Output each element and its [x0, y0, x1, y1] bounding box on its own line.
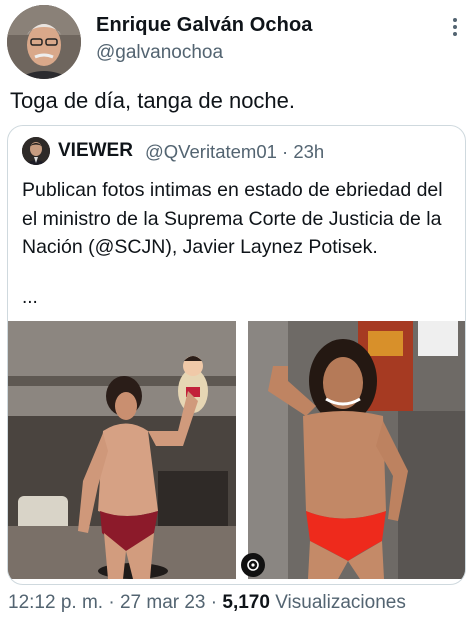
quoted-text: Publican fotos intimas en estado de ebri… [22, 179, 443, 258]
photo-1-image [8, 321, 236, 579]
tweet-date[interactable]: 27 mar 23 [120, 592, 206, 613]
quoted-author-name[interactable]: VIEWER [58, 140, 133, 162]
tweet-footer: 12:12 p. m. · 27 mar 23 · 5,170 Visualiz… [8, 592, 406, 614]
photo-2-image [248, 321, 465, 579]
author-avatar[interactable] [7, 5, 81, 79]
author-name[interactable]: Enrique Galván Ochoa [96, 14, 313, 37]
author-handle[interactable]: @galvanochoa [96, 42, 223, 64]
quoted-author-handle[interactable]: @QVeritatem01 [145, 141, 277, 162]
views-count: 5,170 [222, 592, 270, 613]
quoted-time[interactable]: 23h [293, 141, 324, 162]
quoted-photo-1[interactable] [8, 321, 236, 579]
views-label[interactable]: Visualizaciones [275, 592, 406, 613]
footer-separator-2: · [210, 592, 218, 613]
quoted-author-avatar[interactable] [22, 137, 50, 165]
media-tag-icon[interactable] [241, 553, 265, 577]
quoted-tweet[interactable]: VIEWER @QVeritatem01 · 23h Publican foto… [7, 125, 466, 585]
tweet-time[interactable]: 12:12 p. m. [8, 592, 103, 613]
quoted-avatar-image [22, 137, 50, 165]
quoted-meta: @QVeritatem01 · 23h [145, 141, 324, 163]
more-options-icon[interactable] [448, 18, 462, 38]
tag-glyph-icon [247, 559, 259, 571]
avatar-image [7, 5, 81, 79]
footer-separator-1: · [108, 592, 115, 613]
quoted-photo-2[interactable] [248, 321, 465, 579]
tweet-header: Enrique Galván Ochoa @galvanochoa [0, 0, 474, 80]
quoted-separator: · [282, 141, 289, 162]
tweet-text: Toga de día, tanga de noche. [10, 88, 296, 113]
quoted-ellipsis: ... [22, 287, 38, 308]
